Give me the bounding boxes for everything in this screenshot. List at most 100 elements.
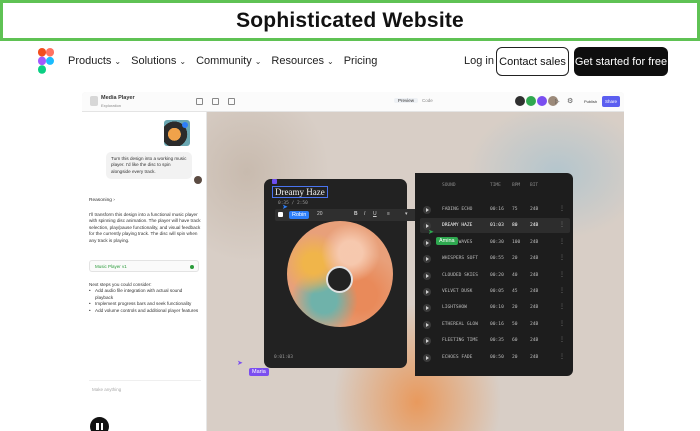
more-icon[interactable]: ▾	[405, 211, 408, 217]
next-steps: Next steps you could consider: Add audio…	[89, 282, 201, 314]
track-row[interactable]: ETHEREAL GLOW 00:16 50 24B ⋮	[420, 317, 570, 332]
get-started-button[interactable]: Get started for free	[574, 47, 668, 76]
more-options-icon[interactable]: ⋮	[559, 254, 565, 261]
pointer-cursor-icon: ➤	[237, 360, 243, 367]
play-icon[interactable]	[423, 206, 431, 214]
play-icon[interactable]	[423, 353, 431, 362]
nav-pricing[interactable]: Pricing	[344, 55, 378, 67]
track-name: FLEETING TIME	[442, 338, 478, 344]
nav-community-label: Community	[196, 55, 252, 67]
bold-icon[interactable]: B	[354, 211, 358, 217]
cursor-label-maria: Maria	[249, 368, 269, 376]
more-options-icon[interactable]: ⋮	[559, 238, 565, 245]
chat-input[interactable]: Make anything	[89, 380, 201, 406]
color-swatch[interactable]	[278, 212, 283, 217]
reasoning-toggle[interactable]: Reasoning ›	[89, 198, 115, 203]
play-icon[interactable]	[423, 320, 431, 329]
play-icon[interactable]	[423, 238, 431, 247]
align-icon[interactable]: ≡	[387, 211, 390, 217]
column-header-bpm: BPM	[512, 183, 521, 188]
track-time: 00:05	[490, 289, 504, 294]
publish-button[interactable]: Publish	[584, 99, 597, 104]
more-options-icon[interactable]: ⋮	[559, 303, 565, 310]
more-options-icon[interactable]: ⋮	[559, 271, 565, 278]
font-size-field[interactable]: 20	[317, 211, 323, 217]
login-link[interactable]: Log in	[464, 55, 494, 67]
disc-center	[326, 266, 353, 293]
track-row[interactable]: WHISPERS SOFT 00:55 20 24B ⋮	[420, 251, 570, 266]
user-prompt-bubble: Turn this design into a working music pl…	[106, 152, 192, 180]
project-subtitle: Exploration	[101, 103, 122, 108]
track-row[interactable]: VELVET DUSK 00:05 45 24B ⋮	[420, 284, 570, 299]
track-bpm: 100	[512, 239, 521, 245]
play-icon[interactable]	[423, 337, 431, 346]
contact-sales-button[interactable]: Contact sales	[496, 47, 569, 76]
code-tab[interactable]: Code	[422, 98, 433, 103]
underline-icon[interactable]: U	[373, 211, 377, 217]
gear-icon[interactable]: ⚙	[567, 97, 573, 105]
track-time: 00:10	[490, 305, 504, 311]
list-item: Add volume controls and additional playe…	[89, 308, 201, 315]
reasoning-label: Reasoning	[89, 198, 112, 203]
selection-handle[interactable]	[272, 179, 277, 184]
play-icon[interactable]	[423, 304, 431, 313]
italic-icon[interactable]: I	[364, 211, 365, 217]
nav-products[interactable]: Products ⌄	[68, 55, 121, 67]
play-icon[interactable]	[423, 288, 431, 296]
track-name: VELVET DUSK	[442, 289, 473, 294]
track-row[interactable]: LIGHTSHOW 00:10 20 24B ⋮	[420, 300, 570, 315]
nav-pricing-label: Pricing	[343, 55, 378, 67]
track-bpm: 75	[512, 207, 518, 212]
track-time: 00:30	[490, 239, 504, 245]
track-row[interactable]: CLOUDED SKIES 00:20 40 24B ⋮	[420, 268, 570, 283]
desktop-view-icon[interactable]	[212, 98, 219, 105]
track-bpm: 50	[512, 321, 518, 327]
track-bit: 24B	[530, 354, 539, 360]
column-header-bit: BIT	[530, 183, 539, 188]
avatar[interactable]	[515, 96, 525, 106]
avatar[interactable]	[526, 96, 536, 106]
nav-resources[interactable]: Resources ⌄	[271, 55, 333, 67]
more-options-icon[interactable]: ⋮	[559, 320, 565, 327]
nav-resources-label: Resources	[271, 55, 324, 67]
elapsed-time: 0:01:03	[274, 355, 293, 360]
mobile-view-icon[interactable]	[228, 98, 235, 105]
track-name: WHISPERS SOFT	[442, 256, 478, 262]
attachment-badge-icon	[182, 122, 188, 128]
share-button[interactable]: Share	[602, 96, 620, 107]
track-row[interactable]: FLEETING TIME 00:35 60 24B ⋮	[420, 333, 570, 348]
track-name: CLOUDED SKIES	[442, 272, 478, 278]
nav-solutions[interactable]: Solutions ⌄	[131, 55, 186, 67]
play-icon[interactable]	[423, 255, 431, 264]
pause-button[interactable]	[90, 417, 109, 431]
preview-tab[interactable]: Preview	[394, 98, 419, 103]
more-options-icon[interactable]: ⋮	[559, 287, 565, 294]
track-time: 00:16	[490, 207, 504, 212]
figma-logo-icon[interactable]	[38, 48, 54, 74]
avatar	[194, 176, 202, 184]
more-options-icon[interactable]: ⋮	[559, 205, 565, 212]
play-icon[interactable]: ▷	[555, 98, 560, 105]
nav-community[interactable]: Community ⌄	[196, 55, 261, 67]
track-row[interactable]: FADING ECHO 00:16 75 24B ⋮	[420, 202, 570, 217]
track-name: ECHOES FADE	[442, 354, 473, 360]
list-item: Add audio file integration with actual s…	[89, 288, 201, 301]
track-bit: 24B	[530, 256, 539, 262]
avatar[interactable]	[537, 96, 547, 106]
track-time: 00:50	[490, 354, 504, 360]
play-icon[interactable]	[423, 271, 431, 280]
track-bit: 24B	[530, 338, 539, 344]
track-bpm: 20	[512, 354, 518, 360]
track-bpm: 40	[512, 272, 518, 278]
more-options-icon[interactable]: ⋮	[559, 353, 565, 360]
more-options-icon[interactable]: ⋮	[559, 221, 565, 228]
more-options-icon[interactable]: ⋮	[559, 336, 565, 343]
track-name: FADING ECHO	[442, 207, 473, 212]
sidebar-toggle-icon[interactable]	[196, 98, 203, 105]
track-title[interactable]: Dreamy Haze	[272, 186, 328, 198]
version-chip[interactable]: Music Player v1	[89, 260, 199, 272]
track-row[interactable]: DREAMY HAZE 01:03 80 24B ⋮	[420, 218, 570, 234]
track-row[interactable]: ECHOES FADE 00:50 20 24B ⋮	[420, 350, 570, 365]
project-title[interactable]: Media Player	[101, 95, 135, 101]
track-bit: 24B	[530, 207, 539, 212]
